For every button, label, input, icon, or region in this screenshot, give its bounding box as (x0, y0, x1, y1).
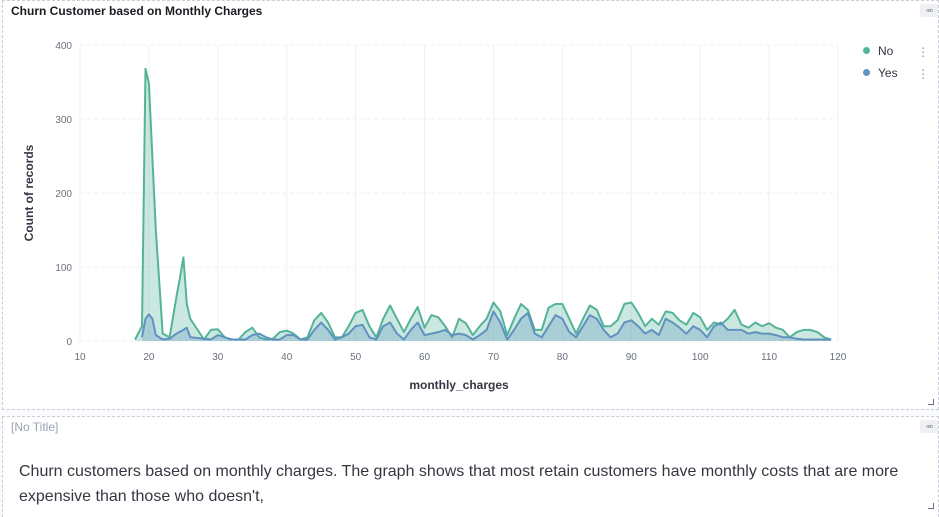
x-tick-label: 100 (692, 352, 709, 363)
legend-item-yes[interactable]: Yes (863, 66, 898, 80)
chart-panel: Churn Customer based on Monthly Charges … (2, 0, 939, 410)
y-tick-label: 200 (55, 189, 72, 200)
legend-item-no[interactable]: No (863, 44, 893, 58)
x-tick-label: 30 (212, 352, 224, 363)
resize-handle-icon[interactable] (928, 399, 934, 405)
series-area-no (135, 68, 832, 341)
x-tick-label: 90 (626, 352, 638, 363)
drag-handle-icon[interactable]: ▪ ▪ ▪ (922, 68, 927, 82)
legend-dot-yes (863, 69, 870, 76)
x-tick-label: 70 (488, 352, 500, 363)
x-tick-label: 40 (281, 352, 293, 363)
x-tick-label: 80 (557, 352, 569, 363)
text-panel: [No Title] ▫▫▫ Churn customers based on … (2, 416, 939, 517)
y-tick-label: 0 (66, 337, 72, 348)
y-axis-title: Count of records (22, 144, 36, 241)
legend-dot-no (863, 47, 870, 54)
resize-handle-icon[interactable] (928, 503, 934, 509)
area-chart: 0 100 200 300 400 10 20 30 40 50 60 70 80 90 100 110 120… (22, 41, 847, 392)
text-panel-title: [No Title] (11, 420, 59, 434)
panel-options-icon[interactable]: ▫▫▫ (920, 420, 938, 433)
drag-handle-icon[interactable]: ▪ ▪ ▪ (922, 46, 927, 60)
y-tick-label: 100 (55, 263, 72, 274)
x-tick-label: 60 (419, 352, 431, 363)
x-tick-label: 50 (350, 352, 362, 363)
series-line-no (134, 67, 832, 341)
legend-label-yes: Yes (878, 66, 898, 80)
x-tick-label: 20 (143, 352, 155, 363)
x-tick-label: 10 (74, 352, 86, 363)
x-tick-label: 110 (761, 352, 777, 363)
x-tick-label: 120 (830, 352, 847, 363)
legend-label-no: No (878, 44, 894, 58)
y-tick-label: 400 (55, 41, 72, 52)
x-axis-title: monthly_charges (409, 378, 509, 392)
y-tick-label: 300 (55, 115, 72, 126)
markdown-text: Churn customers based on monthly charges… (19, 463, 899, 505)
